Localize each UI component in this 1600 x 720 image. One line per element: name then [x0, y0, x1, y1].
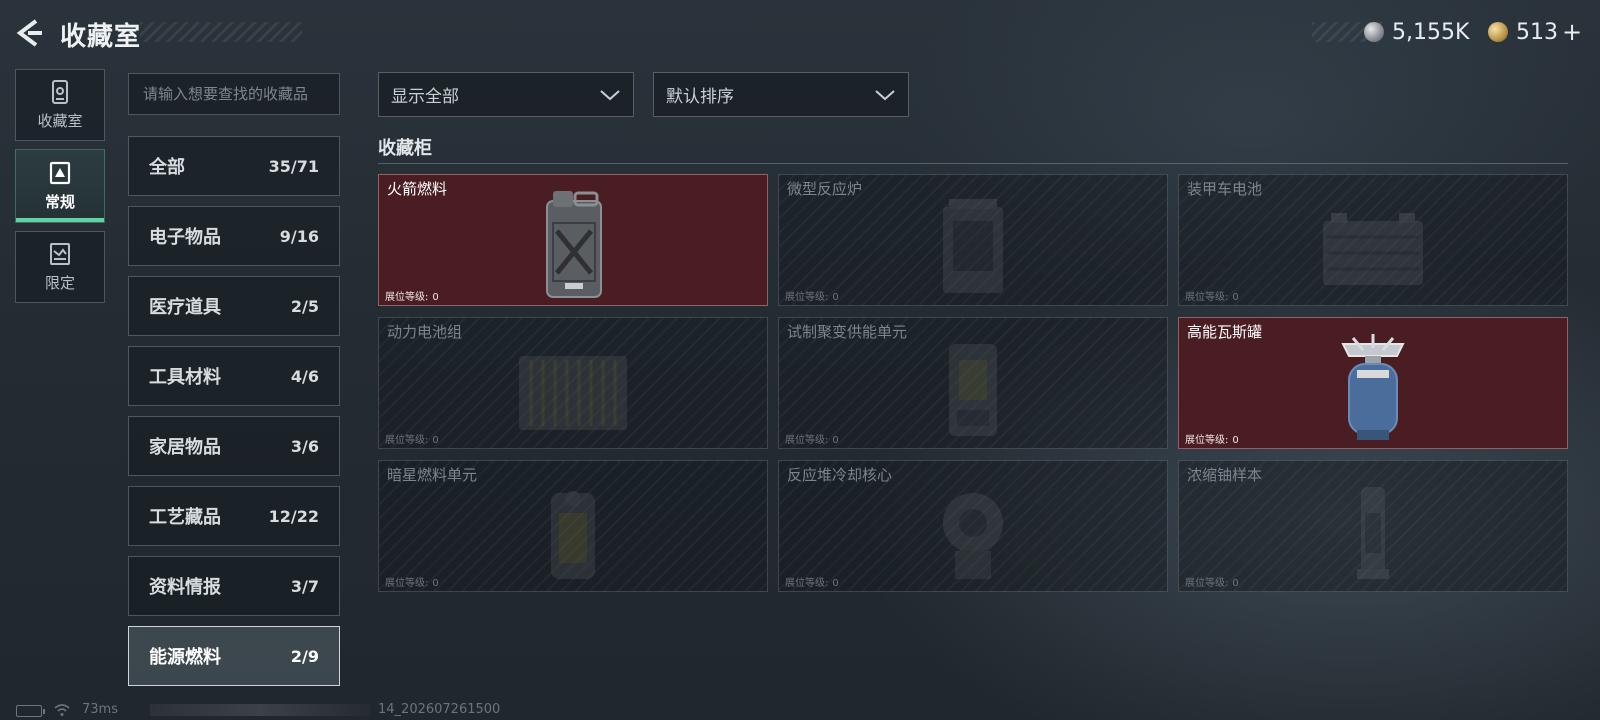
title-decoration — [140, 22, 302, 42]
add-currency-icon[interactable]: + — [1562, 18, 1582, 46]
wifi-icon — [54, 704, 70, 716]
item-name: 暗星燃料单元 — [387, 466, 478, 484]
sort-dropdown[interactable]: 默认排序 — [653, 72, 909, 117]
collection-grid: 火箭燃料 展位等级:0 微型反应炉 展位等级:0 装甲车电池 展位等级:0 — [378, 174, 1568, 592]
item-name: 试制聚变供能单元 — [787, 323, 908, 341]
category-label: 全部 — [149, 157, 185, 178]
item-level: 展位等级: 0 — [1185, 578, 1239, 589]
gas-canister-icon — [1341, 334, 1405, 440]
category-label: 工艺藏品 — [149, 507, 221, 528]
silver-coin-icon — [1364, 22, 1384, 42]
category-label: 能源燃料 — [149, 647, 221, 668]
category-crafts[interactable]: 工艺藏品 12/22 — [128, 486, 340, 546]
category-count: 12/22 — [268, 506, 319, 526]
item-level: 展位等级: 0 — [385, 578, 439, 589]
collection-room-icon — [52, 79, 68, 104]
category-label: 工具材料 — [149, 367, 221, 388]
category-count: 3/6 — [290, 436, 319, 456]
silver-currency: 5,155K — [1364, 18, 1469, 46]
fusion-unit-icon — [949, 344, 997, 436]
build-version: 14_202607261500 — [378, 702, 501, 717]
item-card-dark-star-fuel-cell[interactable]: 暗星燃料单元 展位等级: 0 — [378, 460, 768, 592]
gold-currency[interactable]: 513 + — [1488, 18, 1582, 46]
category-intel[interactable]: 资料情报 3/7 — [128, 556, 340, 616]
fuel-jerrycan-icon — [546, 191, 602, 298]
category-label: 电子物品 — [149, 227, 221, 248]
back-arrow-icon — [16, 19, 42, 47]
page-title: 收藏室 — [60, 22, 142, 52]
header: 收藏室 5,155K 513 + — [0, 0, 1600, 64]
item-level: 展位等级: 0 — [385, 292, 439, 303]
item-level: 展位等级: 0 — [385, 435, 439, 446]
tab-limited[interactable]: 限定 — [15, 231, 105, 303]
item-card-micro-reactor[interactable]: 微型反应炉 展位等级: 0 — [778, 174, 1168, 306]
filter-dropdown[interactable]: 显示全部 — [378, 72, 634, 117]
tab-collection-room-label: 收藏室 — [37, 111, 83, 130]
category-household[interactable]: 家居物品 3/6 — [128, 416, 340, 476]
item-card-enriched-uranium-sample[interactable]: 浓缩铀样本 展位等级: 0 — [1178, 460, 1568, 592]
item-card-reactor-cooling-core[interactable]: 反应堆冷却核心 展位等级: 0 — [778, 460, 1168, 592]
category-energy-fuel[interactable]: 能源燃料 2/9 — [128, 626, 340, 686]
chevron-down-icon — [600, 89, 620, 100]
filter-dropdown-value: 显示全部 — [391, 87, 459, 107]
category-label: 医疗道具 — [149, 297, 221, 318]
footer-decoration — [150, 704, 370, 716]
category-tools[interactable]: 工具材料 4/6 — [128, 346, 340, 406]
regular-icon — [49, 161, 71, 184]
category-count: 4/6 — [290, 366, 319, 386]
item-card-power-battery-pack[interactable]: 动力电池组 展位等级: 0 — [378, 317, 768, 449]
category-medical[interactable]: 医疗道具 2/5 — [128, 276, 340, 336]
category-electronics[interactable]: 电子物品 9/16 — [128, 206, 340, 266]
item-name: 高能瓦斯罐 — [1187, 323, 1263, 341]
item-level: 展位等级: 0 — [1185, 435, 1239, 446]
ping-value: 73ms — [82, 702, 118, 717]
category-count: 9/16 — [279, 226, 319, 246]
item-level: 展位等级: 0 — [785, 292, 839, 303]
category-all[interactable]: 全部 35/71 — [128, 136, 340, 196]
silver-currency-value: 5,155K — [1392, 19, 1470, 45]
item-card-high-energy-gas-canister[interactable]: 高能瓦斯罐 展位等级: 0 — [1178, 317, 1568, 449]
section-divider — [378, 163, 1568, 164]
item-card-armored-vehicle-battery[interactable]: 装甲车电池 展位等级: 0 — [1178, 174, 1568, 306]
item-name: 火箭燃料 — [387, 180, 448, 198]
reactor-core-icon — [943, 493, 1003, 579]
gold-coin-icon — [1488, 22, 1508, 42]
item-level: 展位等级: 0 — [785, 435, 839, 446]
item-card-rocket-fuel[interactable]: 火箭燃料 展位等级: 0 — [378, 174, 768, 306]
tab-limited-label: 限定 — [44, 273, 75, 292]
item-name: 浓缩铀样本 — [1187, 466, 1263, 484]
category-label: 家居物品 — [149, 437, 221, 458]
category-count: 2/9 — [290, 646, 319, 666]
tab-regular[interactable]: 常规 — [15, 149, 105, 223]
back-button[interactable] — [14, 18, 46, 48]
search-input[interactable] — [128, 73, 340, 115]
limited-icon — [50, 242, 70, 265]
tab-regular-label: 常规 — [44, 192, 75, 211]
gold-currency-value: 513 — [1516, 19, 1558, 45]
item-name: 微型反应炉 — [787, 180, 863, 198]
status-bar: 73ms 14_202607261500 — [0, 700, 1600, 720]
fuel-cell-icon — [551, 491, 595, 579]
chevron-down-icon — [875, 89, 895, 100]
category-count: 2/5 — [290, 296, 319, 316]
category-count: 3/7 — [290, 576, 319, 596]
section-title: 收藏柜 — [378, 138, 432, 159]
battery-icon — [16, 705, 45, 717]
category-count: 35/71 — [268, 156, 319, 176]
item-card-prototype-fusion-unit[interactable]: 试制聚变供能单元 展位等级: 0 — [778, 317, 1168, 449]
item-name: 动力电池组 — [387, 323, 463, 341]
battery-pack-icon — [519, 356, 627, 430]
sort-dropdown-value: 默认排序 — [666, 87, 734, 107]
vehicle-battery-icon — [1323, 213, 1423, 285]
active-tab-indicator — [16, 218, 104, 222]
tab-collection-room[interactable]: 收藏室 — [15, 69, 105, 141]
uranium-sample-icon — [1357, 487, 1389, 579]
category-label: 资料情报 — [149, 577, 221, 598]
item-level: 展位等级: 0 — [785, 578, 839, 589]
micro-reactor-icon — [943, 199, 1003, 293]
item-level: 展位等级: 0 — [1185, 292, 1239, 303]
item-name: 反应堆冷却核心 — [787, 466, 893, 484]
item-name: 装甲车电池 — [1187, 180, 1263, 198]
